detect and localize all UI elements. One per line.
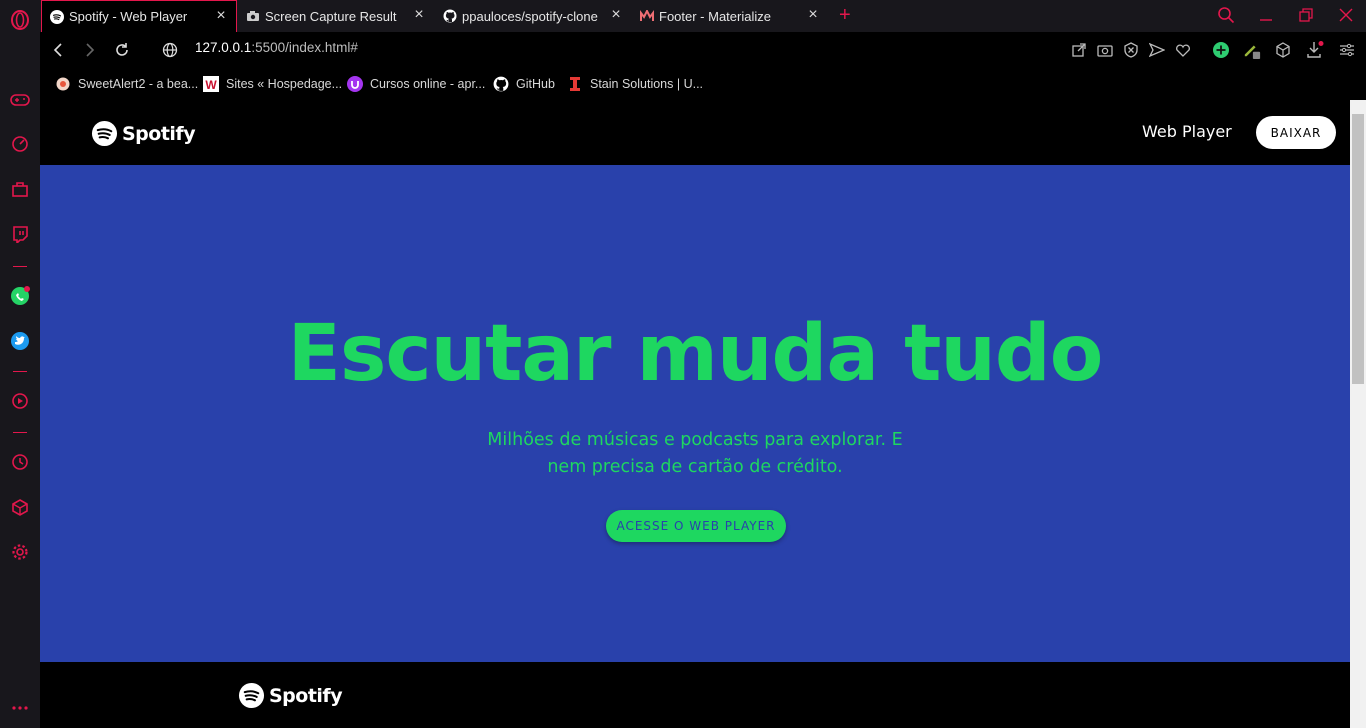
heart-icon[interactable] bbox=[1174, 41, 1192, 59]
twitch-icon[interactable] bbox=[9, 223, 31, 245]
udemy-icon bbox=[347, 76, 363, 92]
bookmark-label: SweetAlert2 - a bea... bbox=[78, 77, 199, 91]
w-icon: W bbox=[203, 76, 219, 92]
bookmark-cursos-online[interactable]: Cursos online - apr... bbox=[347, 74, 485, 94]
materialize-icon bbox=[640, 9, 654, 23]
close-tab-icon[interactable]: × bbox=[806, 7, 820, 23]
github-icon bbox=[493, 76, 509, 92]
hero-subtitle: Milhões de músicas e podcasts para explo… bbox=[487, 430, 903, 477]
web-player-link[interactable]: Web Player bbox=[1142, 122, 1232, 141]
toolbox-icon[interactable] bbox=[9, 178, 31, 200]
sweetalert-icon bbox=[55, 76, 71, 92]
reload-icon[interactable] bbox=[112, 40, 132, 60]
share-icon[interactable] bbox=[1070, 41, 1088, 59]
url-field[interactable]: 127.0.0.1:5500/index.html# bbox=[195, 40, 358, 55]
stain-icon bbox=[567, 76, 583, 92]
site-header: Spotify Web Player BAIXAR bbox=[40, 100, 1350, 165]
opera-logo-icon[interactable] bbox=[9, 9, 31, 31]
scrollbar-thumb[interactable] bbox=[1352, 114, 1364, 384]
sidebar-divider bbox=[13, 266, 27, 267]
bookmark-label: Stain Solutions | U... bbox=[590, 77, 704, 91]
pen-tool-icon[interactable] bbox=[1243, 41, 1261, 59]
url-path: :5500/index.html# bbox=[251, 40, 358, 55]
restore-window-icon[interactable] bbox=[1299, 8, 1313, 27]
easy-setup-icon[interactable] bbox=[1338, 41, 1356, 59]
download-button[interactable]: BAIXAR bbox=[1256, 116, 1336, 149]
site-footer: Spotify bbox=[40, 662, 1350, 728]
twitter-icon[interactable] bbox=[9, 330, 31, 352]
cube-icon[interactable] bbox=[1274, 41, 1292, 59]
bookmark-label: Cursos online - apr... bbox=[370, 77, 486, 91]
tab-screen-capture[interactable]: Screen Capture Result × bbox=[238, 0, 434, 32]
tab-spotify[interactable]: Spotify - Web Player × bbox=[41, 0, 237, 32]
tab-bar: Spotify - Web Player × Screen Capture Re… bbox=[40, 0, 1366, 32]
close-tab-icon[interactable]: × bbox=[412, 7, 426, 23]
settings-gear-icon[interactable] bbox=[9, 541, 31, 563]
tab-title: Screen Capture Result bbox=[265, 8, 397, 24]
footer-spotify-logo[interactable]: Spotify bbox=[238, 682, 343, 709]
snapshot-camera-icon[interactable] bbox=[1096, 41, 1114, 59]
sidebar-divider bbox=[13, 371, 27, 372]
spotify-logo-icon bbox=[238, 682, 265, 709]
bookmark-github[interactable]: GitHub bbox=[493, 74, 555, 94]
page-scrollbar[interactable] bbox=[1350, 100, 1366, 728]
forward-arrow-icon[interactable] bbox=[80, 40, 100, 60]
browser-sidebar bbox=[0, 0, 40, 728]
tab-title: Footer - Materialize bbox=[659, 8, 771, 24]
close-tab-icon[interactable]: × bbox=[609, 7, 623, 23]
close-tab-icon[interactable]: × bbox=[214, 8, 228, 24]
extensions-icon[interactable] bbox=[9, 496, 31, 518]
logo-text: Spotify bbox=[122, 122, 196, 145]
search-tabs-icon[interactable] bbox=[1217, 6, 1235, 29]
adblock-shield-icon[interactable] bbox=[1122, 41, 1140, 59]
gamepad-icon[interactable] bbox=[9, 89, 31, 111]
spotify-favicon-icon bbox=[50, 9, 64, 24]
bookmark-stain-solutions[interactable]: Stain Solutions | U... bbox=[567, 74, 703, 94]
player-icon[interactable] bbox=[9, 390, 31, 412]
back-arrow-icon[interactable] bbox=[48, 40, 68, 60]
site-info-globe-icon[interactable] bbox=[160, 40, 180, 60]
close-window-icon[interactable] bbox=[1339, 8, 1353, 27]
tab-title: Spotify - Web Player bbox=[69, 9, 188, 24]
new-tab-button[interactable]: + bbox=[839, 5, 851, 25]
sidebar-divider bbox=[13, 432, 27, 433]
whatsapp-icon[interactable] bbox=[9, 285, 31, 307]
url-host: 127.0.0.1 bbox=[195, 40, 252, 55]
add-extension-icon[interactable] bbox=[1212, 41, 1230, 59]
download-icon[interactable] bbox=[1306, 41, 1324, 59]
web-player-cta-button[interactable]: ACESSE O WEB PLAYER bbox=[606, 510, 786, 542]
spotify-logo[interactable]: Spotify bbox=[91, 120, 196, 147]
send-icon[interactable] bbox=[1148, 41, 1166, 59]
bookmark-sites-hospedagem[interactable]: W Sites « Hospedage... bbox=[203, 74, 342, 94]
minimize-window-icon[interactable] bbox=[1259, 8, 1273, 27]
bookmarks-bar: SweetAlert2 - a bea... W Sites « Hospeda… bbox=[40, 68, 1366, 100]
spotify-logo-icon bbox=[91, 120, 118, 147]
tab-title: ppauloces/spotify-clone bbox=[462, 8, 598, 24]
svg-text:W: W bbox=[205, 78, 217, 92]
github-icon bbox=[443, 9, 457, 23]
camera-icon bbox=[246, 9, 260, 23]
bookmark-label: GitHub bbox=[516, 77, 555, 91]
logo-text: Spotify bbox=[269, 684, 343, 707]
hero-section: Escutar muda tudo Milhões de músicas e p… bbox=[40, 165, 1350, 662]
page-viewport: Spotify Web Player BAIXAR Escutar muda t… bbox=[40, 100, 1366, 728]
bookmark-sweetalert[interactable]: SweetAlert2 - a bea... bbox=[55, 74, 198, 94]
tab-github-repo[interactable]: ppauloces/spotify-clone × bbox=[435, 0, 631, 32]
speed-dial-icon[interactable] bbox=[9, 133, 31, 155]
bookmark-label: Sites « Hospedage... bbox=[226, 77, 343, 91]
more-icon[interactable] bbox=[9, 697, 31, 719]
tab-materialize[interactable]: Footer - Materialize × bbox=[632, 0, 828, 32]
history-icon[interactable] bbox=[9, 451, 31, 473]
hero-title: Escutar muda tudo bbox=[287, 309, 1104, 399]
